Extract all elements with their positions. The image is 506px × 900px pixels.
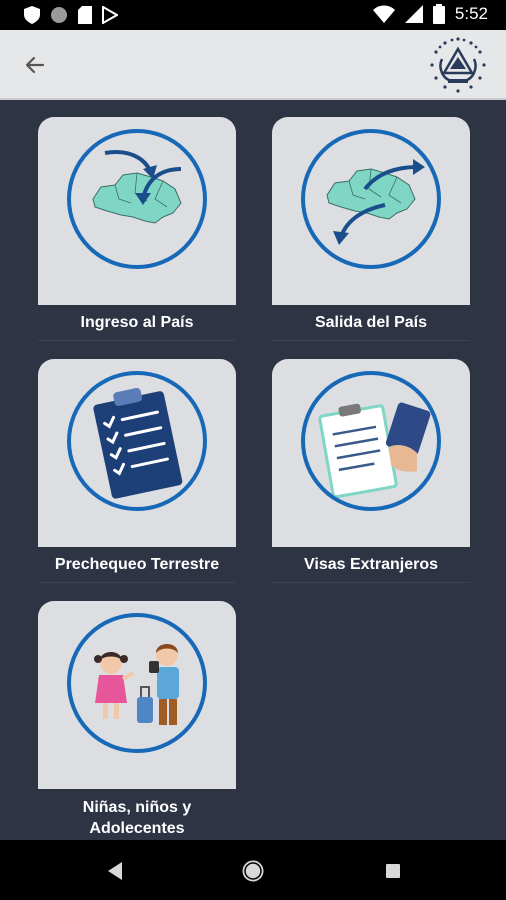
shield-icon bbox=[24, 6, 40, 24]
card-label-ninos-line1: Niñas, niños y bbox=[82, 798, 192, 816]
card-label-prechequeo: Prechequeo Terrestre bbox=[38, 547, 236, 583]
clipboard-checklist-icon bbox=[67, 371, 207, 511]
menu-grid: Ingreso al País Salida del País Prechequ… bbox=[0, 100, 506, 847]
card-image-area bbox=[38, 359, 236, 547]
back-button[interactable] bbox=[16, 46, 54, 84]
card-visas[interactable]: Visas Extranjeros bbox=[272, 359, 470, 583]
card-label-visas: Visas Extranjeros bbox=[272, 547, 470, 583]
card-label-salida: Salida del País bbox=[272, 305, 470, 341]
card-image-area bbox=[38, 601, 236, 789]
card-label-ninos-line2: Adolecentes bbox=[89, 819, 185, 837]
nav-recents-button[interactable] bbox=[378, 856, 408, 886]
card-salida[interactable]: Salida del País bbox=[272, 117, 470, 341]
visa-card-icon bbox=[301, 371, 441, 511]
sd-card-icon bbox=[78, 6, 92, 24]
children-travel-icon bbox=[67, 613, 207, 753]
map-arrows-in-icon bbox=[67, 129, 207, 269]
system-nav-bar bbox=[0, 840, 506, 900]
circle-icon bbox=[51, 7, 67, 23]
recents-square-icon bbox=[386, 864, 400, 878]
wifi-icon bbox=[372, 5, 395, 23]
nav-home-button[interactable] bbox=[238, 856, 268, 886]
card-label-ninos: Niñas, niños y Adolecentes bbox=[38, 789, 236, 847]
card-ninos[interactable]: Niñas, niños y Adolecentes bbox=[38, 601, 236, 847]
back-triangle-icon bbox=[108, 862, 122, 880]
card-image-area bbox=[272, 117, 470, 305]
play-store-icon bbox=[102, 6, 118, 24]
nav-back-button[interactable] bbox=[100, 856, 130, 886]
card-image-area bbox=[38, 117, 236, 305]
card-label-ingreso: Ingreso al País bbox=[38, 305, 236, 341]
card-ingreso[interactable]: Ingreso al País bbox=[38, 117, 236, 341]
card-image-area bbox=[272, 359, 470, 547]
battery-icon bbox=[432, 4, 445, 24]
card-prechequeo[interactable]: Prechequeo Terrestre bbox=[38, 359, 236, 583]
status-time: 5:52 bbox=[454, 4, 488, 23]
status-right-icons: 5:52 bbox=[372, 4, 488, 24]
home-circle-icon bbox=[242, 860, 264, 882]
status-bar: 5:52 bbox=[0, 0, 506, 30]
map-arrows-out-icon bbox=[301, 129, 441, 269]
el-salvador-coat-of-arms-icon bbox=[430, 37, 486, 93]
signal-icon bbox=[404, 5, 423, 23]
arrow-left-icon bbox=[25, 56, 45, 74]
status-left-icons bbox=[24, 6, 118, 24]
app-bar bbox=[0, 30, 506, 100]
